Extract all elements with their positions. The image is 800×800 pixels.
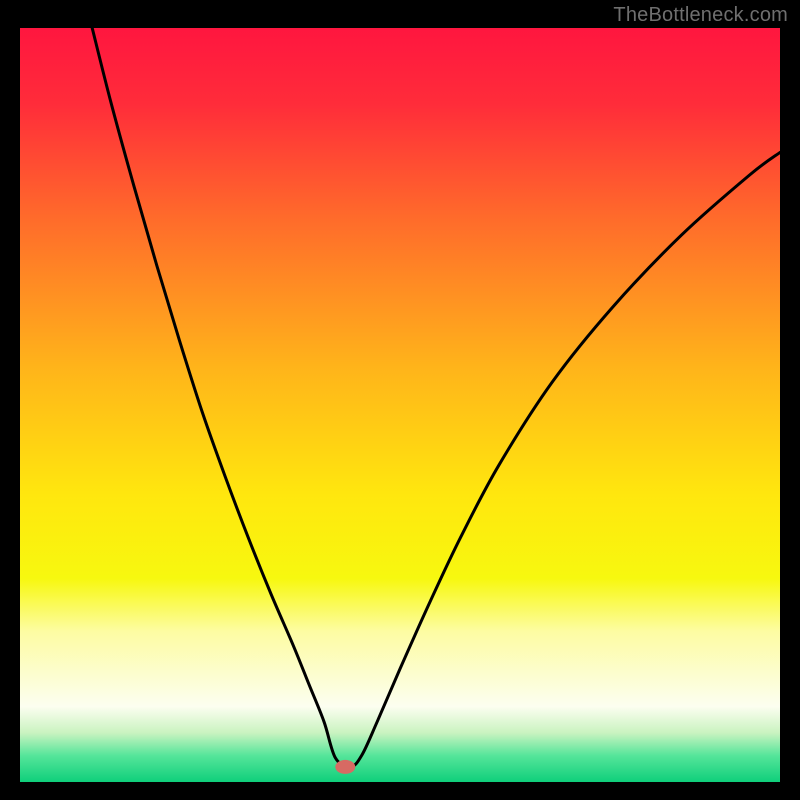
chart-marker-group — [335, 760, 355, 774]
chart-plot-area — [20, 28, 780, 782]
watermark-text: TheBottleneck.com — [613, 4, 788, 27]
optimal-point-marker — [335, 760, 355, 774]
chart-svg — [20, 28, 780, 782]
chart-frame: TheBottleneck.com — [0, 0, 800, 800]
